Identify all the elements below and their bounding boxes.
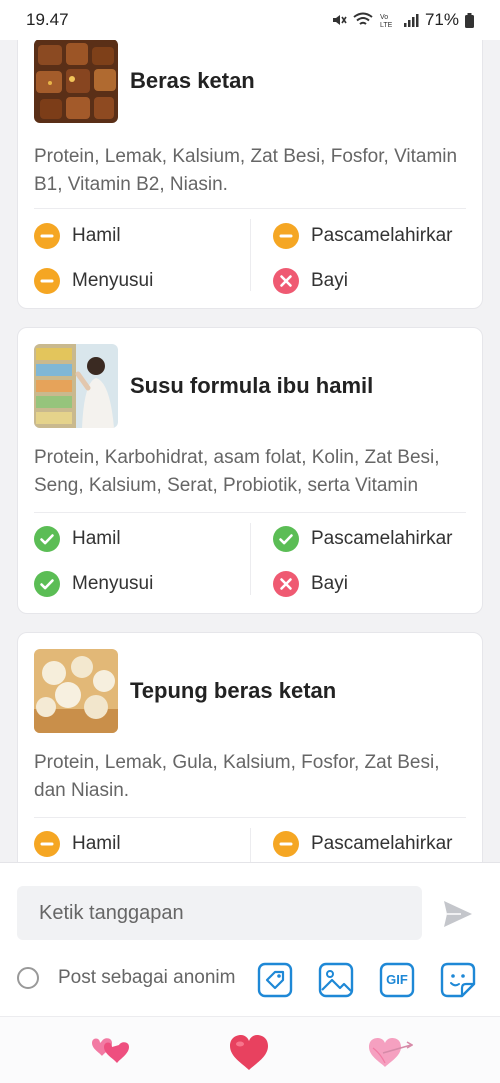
volte-icon: VoLTE <box>380 14 393 29</box>
status-item-hamil: Hamil <box>34 526 121 552</box>
battery-icon <box>465 12 474 28</box>
x-circle-icon <box>273 571 299 597</box>
status-label: Menyusui <box>72 270 154 291</box>
status-label: Hamil <box>72 225 121 246</box>
heart-icon[interactable] <box>229 1035 269 1071</box>
column-divider <box>250 219 251 291</box>
nutrient-list: Protein, Lemak, Gula, Kalsium, Fosfor, Z… <box>34 752 440 801</box>
anonymous-label[interactable]: Post sebagai anonim <box>58 967 235 989</box>
svg-text:Vo: Vo <box>380 14 388 21</box>
food-thumbnail <box>34 40 118 123</box>
check-circle-icon <box>34 571 60 597</box>
double-heart-icon[interactable] <box>90 1035 130 1067</box>
status-label: Hamil <box>72 833 121 854</box>
signal-icon <box>403 14 419 27</box>
reply-composer: Post sebagai anonim GIF <box>0 862 500 1016</box>
food-name: Susu formula ibu hamil <box>130 373 374 398</box>
food-card[interactable]: Susu formula ibu hamil Protein, Karbohid… <box>17 327 483 614</box>
status-item-hamil: Hamil <box>34 831 121 857</box>
nutrient-list: Protein, Lemak, Kalsium, Zat Besi, Fosfo… <box>34 146 458 195</box>
check-circle-icon <box>273 526 299 552</box>
status-item-bayi: Bayi <box>273 571 348 597</box>
column-divider <box>250 828 251 862</box>
status-label: Hamil <box>72 528 121 549</box>
anonymous-radio[interactable] <box>17 967 39 989</box>
status-item-pascamelahirkan: Pascamelahirkar <box>273 223 453 249</box>
x-circle-icon <box>273 268 299 294</box>
minus-circle-icon <box>34 268 60 294</box>
send-icon[interactable] <box>443 900 473 928</box>
status-label: Pascamelahirkar <box>311 225 453 246</box>
minus-circle-icon <box>273 831 299 857</box>
svg-text:LTE: LTE <box>380 22 393 29</box>
food-card[interactable]: Tepung beras ketan Protein, Lemak, Gula,… <box>17 632 483 862</box>
sticker-icon[interactable] <box>440 962 476 998</box>
minus-circle-icon <box>34 223 60 249</box>
check-circle-icon <box>34 526 60 552</box>
food-feed[interactable]: Beras ketan Protein, Lemak, Kalsium, Zat… <box>0 40 500 862</box>
food-card[interactable]: Beras ketan Protein, Lemak, Kalsium, Zat… <box>17 40 483 309</box>
reply-input[interactable] <box>17 886 422 940</box>
nutrient-list: Protein, Karbohidrat, asam folat, Kolin,… <box>34 447 440 496</box>
status-item-pascamelahirkan: Pascamelahirkar <box>273 831 453 857</box>
status-label: Menyusui <box>72 573 154 594</box>
status-time: 19.47 <box>26 10 69 29</box>
minus-circle-icon <box>34 831 60 857</box>
status-item-menyusui: Menyusui <box>34 268 153 294</box>
minus-circle-icon <box>273 223 299 249</box>
wifi-icon <box>353 12 373 25</box>
heart-arrow-icon[interactable] <box>367 1035 413 1069</box>
food-name: Beras ketan <box>130 68 255 93</box>
column-divider <box>250 523 251 595</box>
status-item-menyusui: Menyusui <box>34 571 153 597</box>
status-bar: 19.47 Vo LTE 71% <box>0 0 500 40</box>
battery-percent: 71% <box>424 10 459 29</box>
mute-icon <box>332 15 347 25</box>
status-label: Bayi <box>311 573 348 594</box>
image-icon[interactable] <box>318 962 354 998</box>
card-divider <box>34 512 466 513</box>
card-divider <box>34 817 466 818</box>
food-thumbnail <box>34 344 118 428</box>
status-label: Pascamelahirkar <box>311 528 453 549</box>
card-divider <box>34 208 466 209</box>
reaction-bar <box>0 1016 500 1083</box>
tag-icon[interactable] <box>257 962 293 998</box>
status-item-hamil: Hamil <box>34 223 121 249</box>
status-label: Bayi <box>311 270 348 291</box>
status-item-pascamelahirkan: Pascamelahirkar <box>273 526 453 552</box>
gif-button[interactable]: GIF <box>379 962 415 998</box>
gif-label: GIF <box>386 972 408 987</box>
status-label: Pascamelahirkar <box>311 833 453 854</box>
food-thumbnail <box>34 649 118 733</box>
food-name: Tepung beras ketan <box>130 678 337 703</box>
status-item-bayi: Bayi <box>273 268 348 294</box>
